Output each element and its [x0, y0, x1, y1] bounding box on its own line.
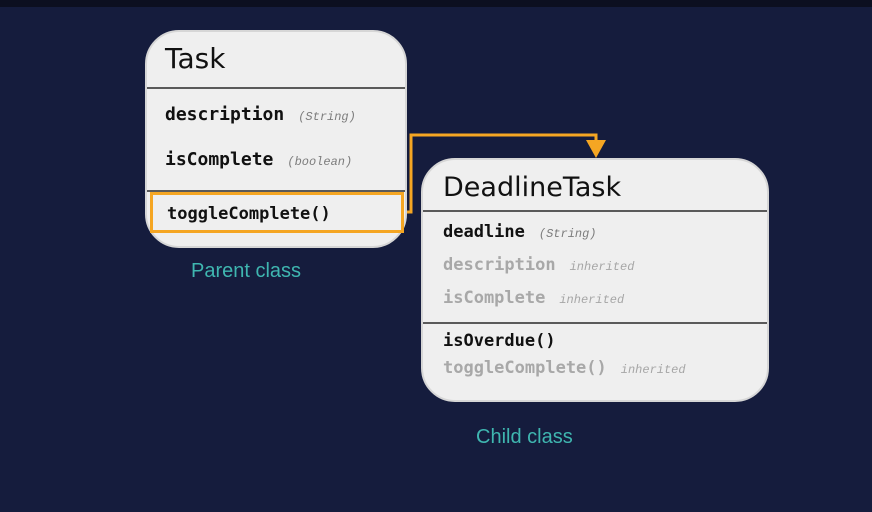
child-method-togglecomplete: toggleComplete() inherited: [443, 358, 686, 378]
child-class-box: DeadlineTask deadline (String) descriptio…: [421, 158, 769, 402]
togglecomplete-highlight: [150, 192, 404, 233]
child-field-description-name: description: [443, 255, 556, 275]
child-field-iscomplete-name: isComplete: [443, 288, 546, 308]
parent-class-caption: Parent class: [191, 260, 302, 282]
child-class-divider-bottom: [423, 322, 767, 324]
child-method-togglecomplete-name: toggleComplete(): [443, 358, 607, 378]
child-field-description-type: inherited: [569, 260, 635, 274]
parent-field-iscomplete-type: (boolean): [287, 155, 353, 169]
inheritance-arrowhead: [586, 140, 606, 158]
child-method-isoverdue: isOverdue(): [443, 331, 556, 351]
parent-field-iscomplete: isComplete (boolean): [165, 149, 352, 170]
parent-class-name: Task: [165, 42, 226, 75]
child-field-deadline: deadline (String): [443, 222, 597, 242]
parent-field-description-name: description: [165, 104, 285, 125]
top-bar: [0, 0, 872, 7]
child-method-togglecomplete-type: inherited: [620, 363, 686, 377]
child-field-iscomplete: isComplete inherited: [443, 288, 624, 308]
parent-class-divider-top: [147, 87, 405, 89]
parent-field-iscomplete-name: isComplete: [165, 149, 274, 170]
child-field-deadline-name: deadline: [443, 222, 525, 242]
parent-field-description-type: (String): [298, 110, 356, 124]
child-method-isoverdue-name: isOverdue(): [443, 331, 556, 351]
child-class-name: DeadlineTask: [443, 172, 622, 203]
child-field-deadline-type: (String): [538, 227, 597, 241]
child-class-caption: Child class: [476, 426, 573, 448]
child-class-divider-top: [423, 210, 767, 212]
parent-field-description: description (String): [165, 104, 356, 125]
child-field-iscomplete-type: inherited: [559, 293, 625, 307]
child-field-description: description inherited: [443, 255, 634, 275]
